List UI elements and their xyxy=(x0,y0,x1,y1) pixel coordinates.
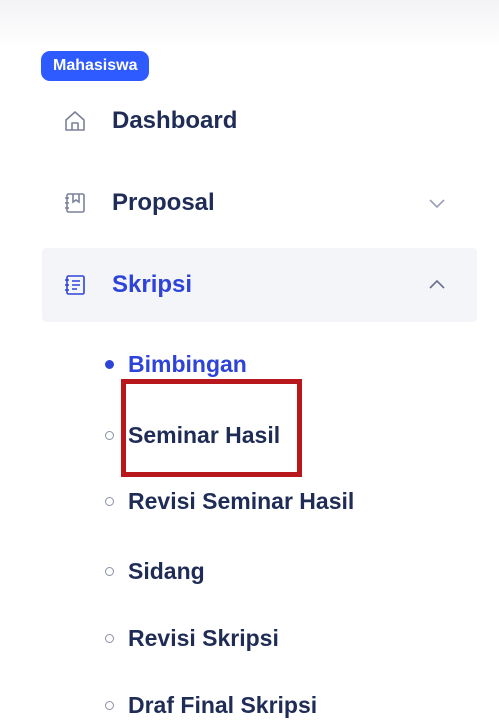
submenu-item-draf-final-skripsi[interactable]: Draf Final Skripsi xyxy=(105,685,317,725)
section-badge: Mahasiswa xyxy=(41,51,150,81)
sidebar-item-label: Skripsi xyxy=(112,271,193,298)
submenu-item-label: Sidang xyxy=(128,557,205,584)
bullet-icon xyxy=(105,566,114,576)
sidebar-item-label: Dashboard xyxy=(112,107,238,134)
notes-icon xyxy=(62,272,88,298)
chevron-up-icon[interactable] xyxy=(425,273,449,297)
submenu-item-label: Revisi Skripsi xyxy=(128,624,279,651)
sidebar-item-label: Proposal xyxy=(112,189,215,216)
home-icon xyxy=(62,108,88,134)
submenu-item-label: Revisi Seminar Hasil xyxy=(128,487,355,514)
bullet-icon xyxy=(105,700,114,710)
sidebar: Mahasiswa Dashboard Proposal Skripsi Bim… xyxy=(0,0,499,718)
submenu-item-label: Bimbingan xyxy=(128,350,247,377)
sidebar-item-skripsi[interactable]: Skripsi xyxy=(42,248,477,322)
book-icon xyxy=(62,190,88,216)
sidebar-item-proposal[interactable]: Proposal xyxy=(42,166,477,240)
bullet-icon xyxy=(105,430,114,440)
sidebar-item-dashboard[interactable]: Dashboard xyxy=(42,84,477,158)
chevron-down-icon[interactable] xyxy=(425,191,449,215)
bullet-icon xyxy=(105,633,114,643)
bullet-icon xyxy=(105,359,114,369)
submenu-item-label: Seminar Hasil xyxy=(128,421,281,448)
bullet-icon xyxy=(105,496,114,506)
submenu-item-revisi-skripsi[interactable]: Revisi Skripsi xyxy=(105,618,279,658)
submenu-item-revisi-seminar-hasil[interactable]: Revisi Seminar Hasil xyxy=(105,481,354,521)
submenu-item-bimbingan[interactable]: Bimbingan xyxy=(105,344,247,384)
submenu-item-label: Draf Final Skripsi xyxy=(128,691,318,718)
submenu-item-sidang[interactable]: Sidang xyxy=(105,551,205,591)
submenu-item-seminar-hasil[interactable]: Seminar Hasil xyxy=(105,415,280,455)
